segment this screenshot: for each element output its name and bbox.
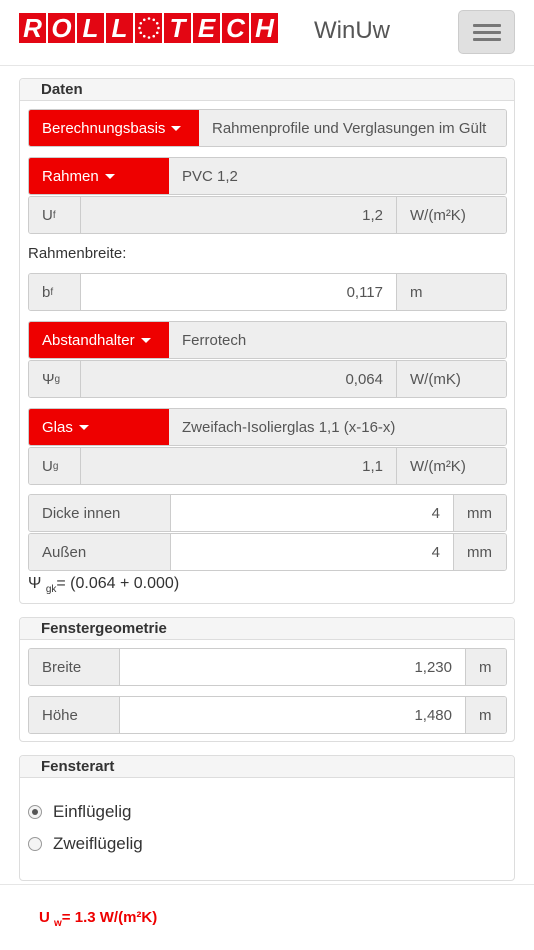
aussen-input[interactable]: 4 — [171, 534, 453, 570]
breite-row: Breite 1,230 m — [28, 648, 507, 686]
ug-symbol-text: U — [42, 457, 53, 475]
uw-symbol: U — [39, 909, 50, 926]
daten-panel: Daten Berechnungsbasis Rahmenprofile und… — [19, 78, 515, 604]
radio-zweifluegelig[interactable]: Zweiflügelig — [28, 834, 143, 854]
bf-symbol: bf — [29, 274, 81, 310]
glas-dropdown-button[interactable]: Glas — [29, 409, 169, 445]
hoehe-label: Höhe — [29, 697, 120, 733]
hamburger-menu-icon — [473, 24, 501, 27]
aussen-unit: mm — [453, 534, 506, 570]
fensterart-panel: Fensterart Einflügelig Zweiflügelig — [19, 755, 515, 881]
psi-g-unit: W/(mK) — [396, 361, 506, 397]
abstandhalter-label: Abstandhalter — [42, 331, 135, 349]
caret-down-icon — [140, 337, 151, 343]
abstandhalter-dropdown-button[interactable]: Abstandhalter — [29, 322, 169, 358]
radio-checked-icon[interactable] — [28, 805, 42, 819]
glas-label: Glas — [42, 418, 73, 436]
breite-input[interactable]: 1,230 — [120, 649, 465, 685]
breite-unit: m — [465, 649, 506, 685]
hoehe-unit: m — [465, 697, 506, 733]
fenstergeometrie-panel-title: Fenstergeometrie — [20, 618, 514, 640]
psi-g-row: Ψg 0,064 W/(mK) — [28, 360, 507, 398]
hamburger-menu-icon — [473, 31, 501, 34]
hamburger-menu-icon — [473, 38, 501, 41]
uw-subscript: w — [54, 918, 62, 929]
hoehe-input[interactable]: 1,480 — [120, 697, 465, 733]
psi-gk-symbol: Ψ — [28, 575, 42, 592]
logo-letter: H — [251, 13, 278, 43]
app-header: R O L L T E C H WinUw — [0, 0, 534, 66]
ug-subscript: g — [52, 460, 59, 472]
logo-letter: L — [77, 13, 104, 43]
dicke-innen-row: Dicke innen 4 mm — [28, 494, 507, 532]
rahmenbreite-label: Rahmenbreite: — [28, 245, 127, 262]
aussen-row: Außen 4 mm — [28, 533, 507, 571]
psi-gk-subscript: gk — [45, 584, 57, 596]
daten-panel-title: Daten — [20, 79, 514, 101]
bf-subscript: f — [50, 286, 54, 298]
dicke-innen-label: Dicke innen — [29, 495, 171, 531]
ug-unit: W/(m²K) — [396, 448, 506, 484]
logo-letter: O — [48, 13, 75, 43]
berechnungsbasis-dropdown-button[interactable]: Berechnungsbasis — [29, 110, 199, 146]
berechnungsbasis-row: Berechnungsbasis Rahmenprofile und Vergl… — [28, 109, 507, 147]
berechnungsbasis-label: Berechnungsbasis — [42, 119, 166, 137]
psi-g-subscript: g — [54, 373, 61, 385]
breite-label: Breite — [29, 649, 120, 685]
uw-result: U w= 1.3 W/(m²K) — [39, 909, 157, 929]
abstandhalter-value: Ferrotech — [169, 322, 506, 358]
rolltech-logo: R O L L T E C H — [19, 13, 280, 43]
bf-input[interactable]: 0,117 — [81, 274, 396, 310]
dicke-innen-unit: mm — [453, 495, 506, 531]
ug-row: Ug 1,1 W/(m²K) — [28, 447, 507, 485]
psi-g-symbol-text: Ψ — [42, 370, 55, 388]
ug-symbol: Ug — [29, 448, 81, 484]
bf-unit: m — [396, 274, 506, 310]
caret-down-icon — [104, 173, 115, 179]
glas-row: Glas Zweifach-Isolierglas 1,1 (x-16-x) — [28, 408, 507, 446]
abstandhalter-row: Abstandhalter Ferrotech — [28, 321, 507, 359]
uf-symbol-text: U — [42, 206, 53, 224]
uw-result-text: = 1.3 W/(m²K) — [61, 909, 158, 926]
logo-letter: T — [164, 13, 191, 43]
logo-letter: C — [222, 13, 249, 43]
radio-unchecked-icon[interactable] — [28, 837, 42, 851]
result-footer: U w= 1.3 W/(m²K) — [0, 884, 534, 950]
uf-symbol: Uf — [29, 197, 81, 233]
fenstergeometrie-panel: Fenstergeometrie Breite 1,230 m Höhe 1,4… — [19, 617, 515, 742]
caret-down-icon — [78, 424, 89, 430]
uf-value: 1,2 — [81, 197, 396, 233]
uf-row: Uf 1,2 W/(m²K) — [28, 196, 507, 234]
radio-einfluegelig[interactable]: Einflügelig — [28, 802, 131, 822]
uf-unit: W/(m²K) — [396, 197, 506, 233]
rahmen-dropdown-button[interactable]: Rahmen — [29, 158, 169, 194]
aussen-label: Außen — [29, 534, 171, 570]
logo-letter: E — [193, 13, 220, 43]
glas-value: Zweifach-Isolierglas 1,1 (x-16-x) — [169, 409, 506, 445]
uf-subscript: f — [52, 209, 56, 221]
bf-symbol-text: b — [42, 283, 51, 301]
logo-letter: L — [106, 13, 133, 43]
caret-down-icon — [171, 125, 182, 131]
radio-zweifluegelig-label: Zweiflügelig — [53, 834, 143, 853]
dicke-innen-input[interactable]: 4 — [171, 495, 453, 531]
berechnungsbasis-value: Rahmenprofile und Verglasungen im Gült — [199, 110, 506, 146]
psi-g-symbol: Ψg — [29, 361, 81, 397]
hoehe-row: Höhe 1,480 m — [28, 696, 507, 734]
psi-g-value: 0,064 — [81, 361, 396, 397]
rahmen-label: Rahmen — [42, 167, 99, 185]
app-name: WinUw — [314, 17, 390, 44]
bf-row: bf 0,117 m — [28, 273, 507, 311]
fensterart-panel-title: Fensterart — [20, 756, 514, 778]
ug-value: 1,1 — [81, 448, 396, 484]
psi-gk-text: = (0.064 + 0.000) — [56, 575, 180, 592]
radio-einfluegelig-label: Einflügelig — [53, 802, 132, 821]
logo-star-circle-icon — [135, 13, 162, 43]
logo-letter: R — [19, 13, 46, 43]
rahmen-value: PVC 1,2 — [169, 158, 506, 194]
rahmen-row: Rahmen PVC 1,2 — [28, 157, 507, 195]
hamburger-menu-button[interactable] — [458, 10, 515, 54]
psi-gk-formula: Ψ gk= (0.064 + 0.000) — [28, 575, 179, 595]
